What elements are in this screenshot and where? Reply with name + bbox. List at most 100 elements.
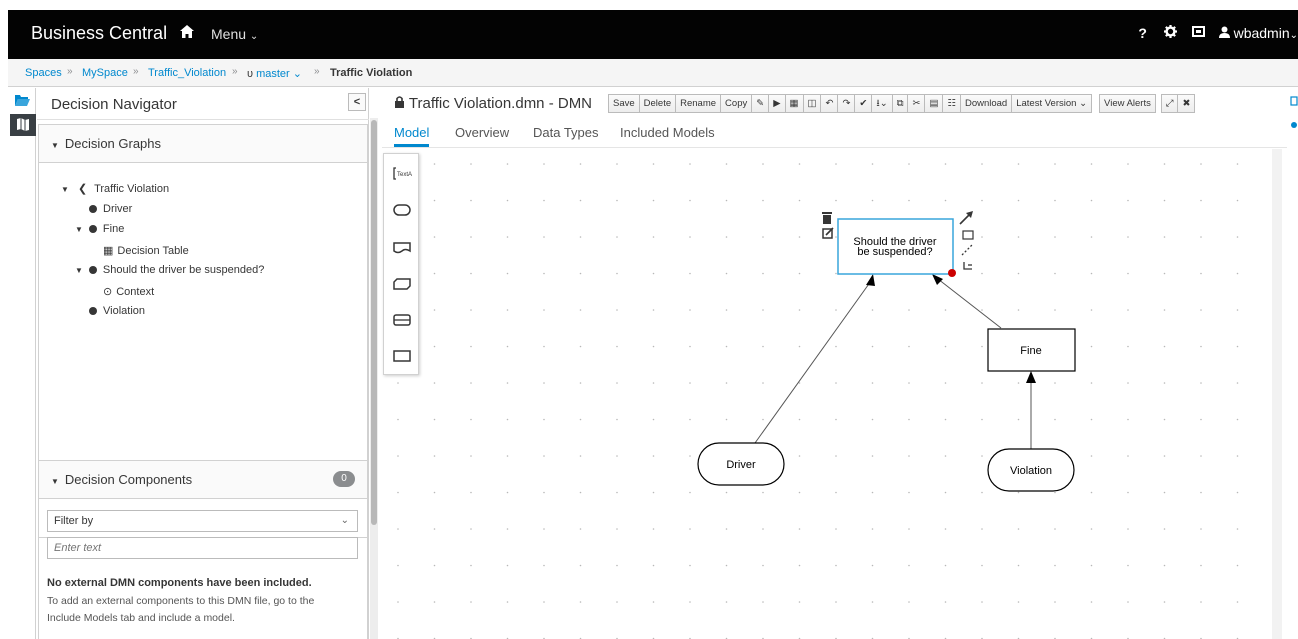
node-icon <box>89 205 97 213</box>
left-dock <box>8 88 36 639</box>
masthead: Business Central Menu ⌄ ? wbadmin⌄ <box>8 10 1298 59</box>
text-annotation-tool-icon[interactable]: TextA <box>390 162 414 186</box>
node-icon <box>89 307 97 315</box>
input-node-violation[interactable]: Violation <box>987 448 1075 492</box>
menu-dropdown[interactable]: Menu ⌄ <box>211 26 258 42</box>
decision-graphs-title: Decision Graphs <box>64 136 162 151</box>
eraser-icon[interactable]: ✎ <box>751 94 770 113</box>
tree-item-suspended[interactable]: ▼ Should the driver be suspended? <box>75 264 264 276</box>
cut-icon[interactable]: ✂ <box>907 94 926 113</box>
help-icon[interactable]: ? <box>1129 25 1157 41</box>
properties-icon[interactable] <box>1290 96 1298 106</box>
filter-select[interactable]: Filter by ⌄ <box>47 510 358 532</box>
tree-item-root[interactable]: ▼ ❮ Traffic Violation <box>61 182 169 195</box>
breadcrumb-branch[interactable]: ᴜ master ⌄ <box>247 67 302 80</box>
tree-item-violation[interactable]: Violation <box>89 305 145 317</box>
gear-icon[interactable] <box>1157 25 1185 41</box>
sitemap-icon[interactable]: ☷ <box>942 94 961 113</box>
tree-item-decision-table[interactable]: ▦ Decision Table <box>103 244 189 257</box>
empty-components-help: To add an external components to this DM… <box>47 595 315 624</box>
navigator-title: Decision Navigator <box>51 96 177 113</box>
input-node-driver[interactable]: Driver <box>697 442 785 486</box>
undo-icon[interactable]: ↶ <box>820 94 839 113</box>
scrollbar-thumb[interactable] <box>371 120 377 525</box>
user-name: wbadmin <box>1233 25 1290 41</box>
trash-icon[interactable]: ◫ <box>802 94 822 113</box>
export-icon[interactable]: ⭳⌄ <box>871 94 893 113</box>
editor-toolbar: Save Delete Rename Copy ✎ ▶ ▦ ◫ ↶ ↷ ✔ ⭳⌄… <box>608 94 1196 113</box>
home-icon[interactable] <box>180 25 194 43</box>
tree-item-label: Decision Table <box>117 245 189 257</box>
latest-version-dropdown[interactable]: Latest Version ⌄ <box>1011 94 1093 113</box>
tree-item-context[interactable]: ⊙ Context <box>103 285 154 298</box>
apps-icon[interactable] <box>1185 25 1213 41</box>
save-button[interactable]: Save <box>608 94 640 113</box>
copy-icon[interactable]: ⧉ <box>891 94 909 113</box>
svg-text:TextA: TextA <box>397 172 412 178</box>
close-icon[interactable]: ✖ <box>1177 94 1196 113</box>
chevron-down-icon: ⌄ <box>249 31 259 42</box>
tree-item-driver[interactable]: Driver <box>89 203 132 215</box>
panel-scrollbar[interactable] <box>370 118 378 639</box>
bkm-tool-icon[interactable] <box>390 272 414 296</box>
tab-included-models[interactable]: Included Models <box>620 125 715 140</box>
chevron-down-icon: ⌄ <box>292 68 302 80</box>
user-menu[interactable]: wbadmin⌄ <box>1218 25 1298 41</box>
share-icon: ❮ <box>77 183 88 195</box>
decision-service-tool-icon[interactable] <box>390 308 414 332</box>
tab-overview[interactable]: Overview <box>455 125 509 140</box>
copy-button[interactable]: Copy <box>720 94 753 113</box>
validate-icon[interactable]: ✔ <box>854 94 873 113</box>
shape-palette: TextA <box>383 153 419 375</box>
filter-text-input[interactable] <box>47 537 358 559</box>
trash-icon[interactable] <box>822 212 832 224</box>
tab-data-types[interactable]: Data Types <box>533 125 599 140</box>
expand-icon[interactable]: ⤢ <box>1160 94 1179 113</box>
fine-node-label: Fine <box>1020 345 1041 357</box>
decision-components-title: Decision Components <box>64 472 193 487</box>
breadcrumb: Spaces » MySpace » Traffic_Violation » ᴜ… <box>8 59 1298 87</box>
decision-node-fine[interactable]: Fine <box>987 328 1076 372</box>
empty-components-title: No external DMN components have been inc… <box>47 577 312 589</box>
breadcrumb-spaces[interactable]: Spaces <box>25 67 62 79</box>
preview-icon[interactable] <box>1291 122 1297 128</box>
breadcrumb-separator: » <box>67 66 73 77</box>
dmn-editor: Traffic Violation.dmn - DMN Save Delete … <box>382 88 1287 639</box>
canvas-scrollbar[interactable] <box>1272 149 1282 639</box>
decision-components-header[interactable]: ▼ Decision Components 0 <box>39 461 367 499</box>
collapse-button[interactable]: < <box>348 93 366 111</box>
knowledge-source-tool-icon[interactable] <box>390 236 414 260</box>
play-icon[interactable]: ▶ <box>768 94 786 113</box>
editor-tabs: Model Overview Data Types Included Model… <box>382 118 1287 148</box>
driver-node-label: Driver <box>726 459 756 471</box>
decision-node-suspended[interactable]: Should the driver be suspended? <box>837 218 956 277</box>
delete-button[interactable]: Delete <box>638 94 677 113</box>
input-data-tool-icon[interactable] <box>390 198 414 222</box>
decision-components-section: ▼ Decision Components 0 Filter by ⌄ No ex… <box>38 460 368 639</box>
map-icon[interactable] <box>10 114 36 136</box>
node-icon <box>88 225 97 233</box>
components-count-badge: 0 <box>333 471 355 487</box>
tree-item-fine[interactable]: ▼ Fine <box>75 223 124 235</box>
diagram-canvas[interactable]: Should the driver be suspended? Fine Dri… <box>382 149 1282 639</box>
decision-navigator-panel: Decision Navigator < ▼ Decision Graphs ▼ … <box>37 88 369 639</box>
paste-icon[interactable]: ▤ <box>924 94 944 113</box>
breadcrumb-myspace[interactable]: MySpace <box>82 67 128 79</box>
rename-button[interactable]: Rename <box>675 94 722 113</box>
brand-logo[interactable]: Business Central <box>31 23 167 44</box>
breadcrumb-separator: » <box>133 66 139 77</box>
caret-down-icon: ▼ <box>75 266 83 275</box>
tab-model[interactable]: Model <box>394 125 429 140</box>
chevron-down-icon: ⌄ <box>1289 30 1298 41</box>
tree-item-label: Traffic Violation <box>94 183 170 195</box>
decision-graphs-header[interactable]: ▼ Decision Graphs <box>39 125 367 163</box>
connector-dot[interactable] <box>948 269 956 277</box>
decision-tool-icon[interactable] <box>390 344 414 368</box>
breadcrumb-separator: » <box>232 66 238 77</box>
folder-icon[interactable] <box>8 90 36 110</box>
download-button[interactable]: Download <box>959 94 1013 113</box>
view-alerts-button[interactable]: View Alerts <box>1099 94 1156 113</box>
breadcrumb-project[interactable]: Traffic_Violation <box>148 67 226 79</box>
grid-icon[interactable]: ▦ <box>784 94 804 113</box>
redo-icon[interactable]: ↷ <box>837 94 856 113</box>
